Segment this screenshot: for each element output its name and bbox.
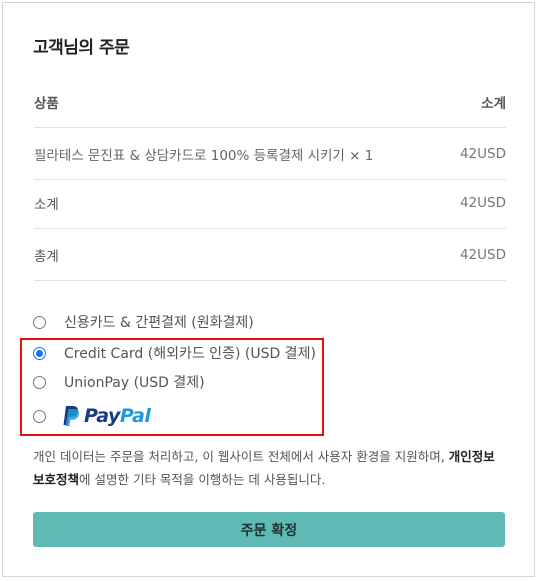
payment-option-card-krw[interactable]: 신용카드 & 간편결제 (원화결제) <box>33 311 254 333</box>
item-price: 42USD <box>459 145 506 162</box>
paypal-wordmark-pal: Pal <box>119 405 151 427</box>
subtotal-column-header: 소계 <box>481 95 506 112</box>
payment-option-label: 신용카드 & 간편결제 (원화결제) <box>64 315 254 331</box>
item-name: 필라테스 문진표 & 상담카드로 100% 등록결제 시키기 × 1 <box>34 144 373 164</box>
payment-option-label: UnionPay (USD 결제) <box>64 375 205 391</box>
total-label: 총계 <box>34 248 59 265</box>
item-quantity: × 1 <box>349 147 374 164</box>
order-table-header: 상품 소계 <box>34 76 506 128</box>
privacy-notice: 개인 데이터는 주문을 처리하고, 이 웹사이트 전체에서 사용자 환경을 지원… <box>33 445 503 491</box>
privacy-text-end: 에 설명한 기타 목적을 이행하는 데 사용됩니다. <box>79 472 326 487</box>
paypal-wordmark-pay: Pay <box>84 405 120 427</box>
radio-unionpay[interactable] <box>33 375 46 389</box>
subtotal-label: 소계 <box>34 196 59 213</box>
item-name-text: 필라테스 문진표 & 상담카드로 100% 등록결제 시키기 <box>34 147 345 164</box>
paypal-wordmark: PayPal <box>84 405 151 427</box>
privacy-text: 개인 데이터는 주문을 처리하고, 이 웹사이트 전체에서 사용자 환경을 지원… <box>33 449 449 464</box>
radio-credit-card-usd[interactable] <box>33 346 46 360</box>
paypal-logo: PayPal <box>62 405 151 427</box>
radio-card-krw[interactable] <box>33 315 46 329</box>
subtotal-row: 소계 42USD <box>34 177 506 229</box>
total-row: 총계 42USD <box>34 229 506 281</box>
payment-option-unionpay[interactable]: UnionPay (USD 결제) <box>33 371 205 393</box>
payment-option-credit-card-usd[interactable]: Credit Card (해외카드 인증) (USD 결제) <box>33 342 316 364</box>
paypal-p-icon <box>63 406 79 426</box>
payment-option-label: Credit Card (해외카드 인증) (USD 결제) <box>64 346 316 362</box>
total-value: 42USD <box>459 246 506 263</box>
order-item-row: 필라테스 문진표 & 상담카드로 100% 등록결제 시키기 × 1 42USD <box>34 128 506 180</box>
product-column-header: 상품 <box>34 95 59 112</box>
order-title: 고객님의 주문 <box>33 38 130 58</box>
radio-paypal[interactable] <box>33 409 46 423</box>
subtotal-value: 42USD <box>459 194 506 211</box>
payment-option-paypal[interactable]: PayPal <box>33 403 151 429</box>
confirm-order-button[interactable]: 주문 확정 <box>33 512 505 547</box>
